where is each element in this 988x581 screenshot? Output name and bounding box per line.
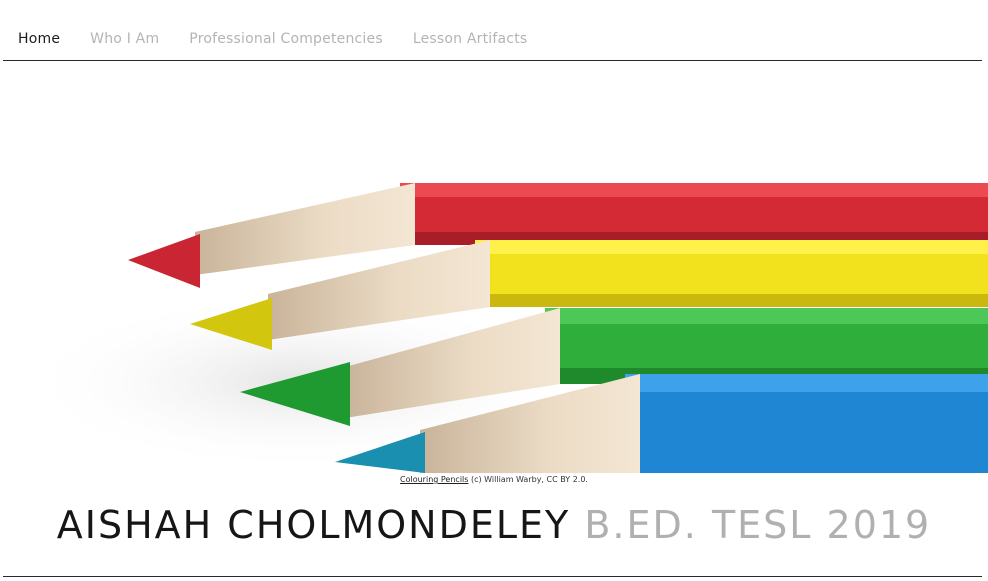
footer-divider [3,576,982,577]
author-name: AISHAH CHOLMONDELEY [56,503,571,547]
degree-label: B.ED. TESL 2019 [570,503,932,547]
nav-item-professional-competencies[interactable]: Professional Competencies [189,31,383,47]
page-title: AISHAH CHOLMONDELEY B.ED. TESL 2019 [0,503,988,547]
image-credit-text: (c) William Warby, CC BY 2.0. [468,475,588,484]
colouring-pencils-illustration [20,183,988,473]
header-divider [3,60,982,61]
main-nav: Home Who I Am Professional Competencies … [18,31,527,47]
nav-item-home[interactable]: Home [18,31,60,47]
image-credit: Colouring Pencils (c) William Warby, CC … [0,475,988,484]
nav-item-who-i-am[interactable]: Who I Am [90,31,159,47]
site-header: Home Who I Am Professional Competencies … [0,0,988,61]
image-credit-link[interactable]: Colouring Pencils [400,475,468,484]
hero-image [0,62,988,473]
nav-item-lesson-artifacts[interactable]: Lesson Artifacts [413,31,528,47]
